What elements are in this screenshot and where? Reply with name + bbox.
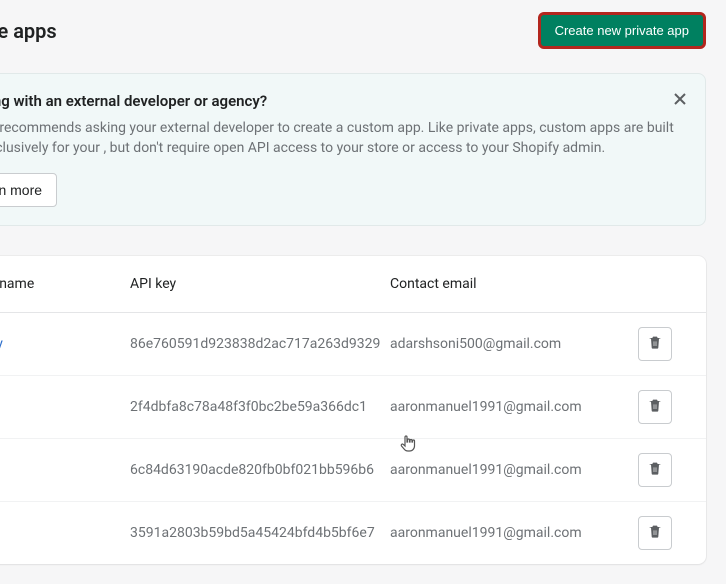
contact-email-text: aaronmanuel1991@gmail.com <box>390 399 610 415</box>
close-icon[interactable] <box>669 88 691 110</box>
app-name-link[interactable]: oify <box>0 336 130 352</box>
delete-button[interactable] <box>638 516 672 550</box>
delete-button[interactable] <box>638 327 672 361</box>
table-row: 2f4dbfa8c78a48f3f0bc2be59a366dc1 aaronma… <box>0 376 706 439</box>
api-key-text: 6c84d63190acde820fb0bf021bb596b6 <box>130 462 390 478</box>
table-header-row: pp name API key Contact email <box>0 256 706 313</box>
create-private-app-button[interactable]: Create new private app <box>538 12 706 49</box>
trash-icon <box>647 397 663 416</box>
col-api-key: API key <box>130 276 390 292</box>
trash-icon <box>647 460 663 479</box>
table-row: oify 86e760591d923838d2ac717a263d9329 ad… <box>0 313 706 376</box>
col-contact-email: Contact email <box>390 276 610 292</box>
contact-email-text: aaronmanuel1991@gmail.com <box>390 525 610 541</box>
learn-more-button[interactable]: arn more <box>0 173 57 207</box>
table-row: 6c84d63190acde820fb0bf021bb596b6 aaronma… <box>0 439 706 502</box>
contact-email-text: adarshsoni500@gmail.com <box>390 336 610 352</box>
delete-button[interactable] <box>638 390 672 424</box>
apps-table: pp name API key Contact email oify 86e76… <box>0 256 706 564</box>
trash-icon <box>647 523 663 542</box>
trash-icon <box>647 334 663 353</box>
api-key-text: 2f4dbfa8c78a48f3f0bc2be59a366dc1 <box>130 399 390 415</box>
banner-title: king with an external developer or agenc… <box>0 92 687 110</box>
banner-body: ify recommends asking your external deve… <box>0 118 687 159</box>
contact-email-text: aaronmanuel1991@gmail.com <box>390 462 610 478</box>
page-title: ate apps <box>0 19 57 43</box>
info-banner: king with an external developer or agenc… <box>0 73 706 226</box>
api-key-text: 3591a2803b59bd5a45424bfd4b5bf6e7 <box>130 525 390 541</box>
api-key-text: 86e760591d923838d2ac717a263d9329 <box>130 336 390 352</box>
table-row: 3591a2803b59bd5a45424bfd4b5bf6e7 aaronma… <box>0 502 706 564</box>
delete-button[interactable] <box>638 453 672 487</box>
col-app-name: pp name <box>0 276 130 292</box>
